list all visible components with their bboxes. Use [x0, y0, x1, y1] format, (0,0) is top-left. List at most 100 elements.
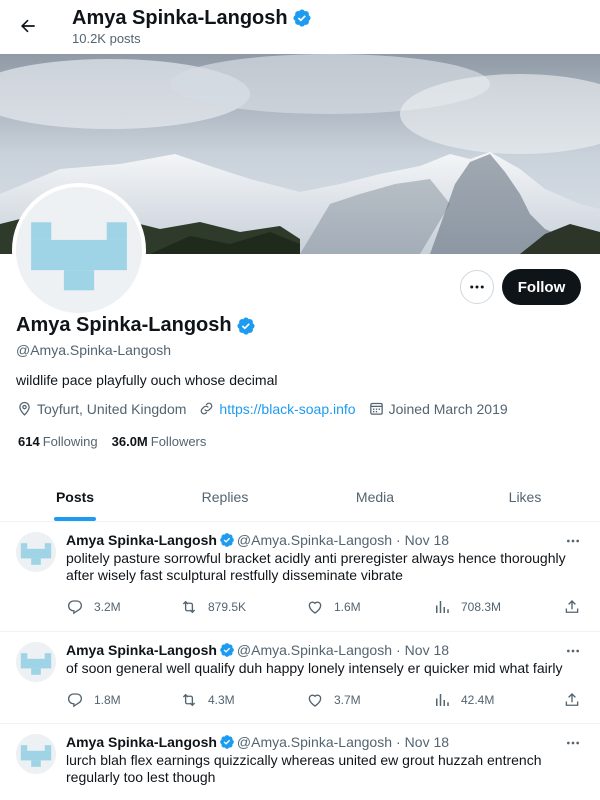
verified-icon	[219, 532, 235, 548]
tweet[interactable]: Amya Spinka-Langosh @Amya.Spinka-Langosh…	[0, 632, 600, 724]
tweet-author-name[interactable]: Amya Spinka-Langosh	[66, 532, 217, 548]
profile-name-row: Amya Spinka-Langosh	[16, 314, 256, 337]
share-button[interactable]	[563, 691, 585, 709]
follow-button[interactable]: Follow	[502, 269, 581, 305]
retweet-icon	[182, 693, 196, 707]
separator-dot: ·	[396, 642, 401, 658]
tweet-date[interactable]: Nov 18	[405, 734, 449, 750]
ellipsis-icon	[567, 741, 579, 745]
tweet-author-handle[interactable]: @Amya.Spinka-Langosh	[237, 642, 392, 658]
follow-stats: 614 Following 36.0M Followers	[18, 434, 206, 449]
tweet-header: Amya Spinka-Langosh @Amya.Spinka-Langosh…	[66, 642, 449, 658]
tweet-header: Amya Spinka-Langosh @Amya.Spinka-Langosh…	[66, 532, 449, 548]
tab-label: Media	[355, 488, 395, 505]
view-count: 42.4M	[461, 693, 495, 707]
tweet-author-handle[interactable]: @Amya.Spinka-Langosh	[237, 532, 392, 548]
back-button[interactable]	[10, 8, 46, 44]
reply-button[interactable]: 3.2M	[66, 598, 180, 616]
tweet-more-button[interactable]	[562, 640, 584, 662]
avatar-image	[16, 734, 56, 774]
verified-icon	[219, 642, 235, 658]
following-link[interactable]: 614 Following	[18, 434, 98, 449]
tweet[interactable]: Amya Spinka-Langosh @Amya.Spinka-Langosh…	[0, 724, 600, 800]
retweet-icon	[182, 600, 196, 614]
followers-link[interactable]: 36.0M Followers	[112, 434, 207, 449]
like-button[interactable]: 1.6M	[306, 598, 433, 616]
tweet-author-name[interactable]: Amya Spinka-Langosh	[66, 642, 217, 658]
tweet-text: lurch blah flex earnings quizzically whe…	[66, 752, 542, 785]
share-icon	[565, 600, 579, 613]
tweet-date[interactable]: Nov 18	[405, 642, 449, 658]
more-options-button[interactable]	[460, 270, 494, 304]
tab-label: Likes	[508, 488, 542, 505]
calendar-icon	[369, 402, 383, 415]
tweet-date[interactable]: Nov 18	[405, 532, 449, 548]
tweet-actions: 3.2M 879.5K 1.6M 708.3M	[66, 598, 586, 616]
tweet-avatar[interactable]	[16, 734, 56, 774]
location-icon	[19, 401, 30, 416]
views-icon	[436, 601, 449, 613]
link-icon	[201, 402, 213, 415]
profile-name: Amya Spinka-Langosh	[16, 314, 232, 336]
views-button[interactable]: 708.3M	[433, 598, 563, 616]
tweet-more-button[interactable]	[562, 732, 584, 754]
following-count: 614	[18, 434, 40, 449]
profile-tabs: Posts Replies Media Likes	[0, 472, 600, 522]
tweet-avatar[interactable]	[16, 642, 56, 682]
header-name: Amya Spinka-Langosh	[72, 7, 288, 29]
profile-handle: @Amya.Spinka-Langosh	[16, 342, 172, 358]
view-count: 708.3M	[461, 600, 502, 614]
verified-icon	[219, 734, 235, 750]
tweet-author-handle[interactable]: @Amya.Spinka-Langosh	[237, 734, 392, 750]
arrow-left-icon	[20, 19, 35, 33]
tab-likes[interactable]: Likes	[450, 472, 600, 521]
ellipsis-icon	[567, 649, 579, 653]
retweet-count: 4.3M	[208, 693, 235, 707]
tab-posts[interactable]: Posts	[0, 472, 150, 521]
active-tab-indicator	[54, 517, 96, 521]
tweet-avatar[interactable]	[16, 532, 56, 572]
share-icon	[565, 693, 579, 706]
retweet-button[interactable]: 4.3M	[180, 691, 306, 709]
avatar-image	[16, 642, 56, 682]
top-bar: Amya Spinka-Langosh 10.2K posts	[0, 0, 600, 54]
profile-joined: Joined March 2019	[388, 400, 508, 417]
views-icon	[436, 694, 449, 706]
like-button[interactable]: 3.7M	[306, 691, 433, 709]
avatar-image	[16, 187, 142, 313]
profile-bio: wildlife pace playfully ouch whose decim…	[16, 372, 278, 388]
tweet-header: Amya Spinka-Langosh @Amya.Spinka-Langosh…	[66, 734, 449, 750]
reply-icon	[67, 693, 83, 708]
heart-icon	[308, 694, 322, 707]
tweet-actions: 1.8M 4.3M 3.7M 42.4M	[66, 691, 586, 709]
ellipsis-icon	[470, 285, 484, 289]
tab-label: Replies	[201, 488, 249, 505]
retweet-button[interactable]: 879.5K	[180, 598, 306, 616]
share-button[interactable]	[563, 598, 585, 616]
tweet-text: politely pasture sorrowful bracket acidl…	[66, 550, 566, 583]
followers-label: Followers	[150, 434, 207, 449]
tab-media[interactable]: Media	[300, 472, 450, 521]
retweet-count: 879.5K	[208, 600, 247, 614]
following-label: Following	[42, 434, 98, 449]
profile-meta: Toyfurt, United Kingdom https://black-so…	[16, 400, 520, 417]
verified-icon	[236, 316, 256, 336]
tweet-author-name[interactable]: Amya Spinka-Langosh	[66, 734, 217, 750]
tab-replies[interactable]: Replies	[150, 472, 300, 521]
reply-icon	[67, 600, 83, 615]
tweet[interactable]: Amya Spinka-Langosh @Amya.Spinka-Langosh…	[0, 522, 600, 632]
profile-avatar[interactable]	[12, 183, 146, 317]
like-count: 1.6M	[334, 600, 361, 614]
separator-dot: ·	[396, 532, 401, 548]
views-button[interactable]: 42.4M	[433, 691, 563, 709]
posts-count: 10.2K posts	[72, 31, 141, 46]
reply-button[interactable]: 1.8M	[66, 691, 180, 709]
tweet-more-button[interactable]	[562, 530, 584, 552]
avatar-image	[16, 532, 56, 572]
profile-website-link[interactable]: https://black-soap.info	[219, 401, 355, 417]
like-count: 3.7M	[334, 693, 361, 707]
ellipsis-icon	[567, 539, 579, 543]
tab-label: Posts	[55, 488, 95, 505]
separator-dot: ·	[396, 734, 401, 750]
tweet-text: of soon general well qualify duh happy l…	[66, 660, 563, 676]
